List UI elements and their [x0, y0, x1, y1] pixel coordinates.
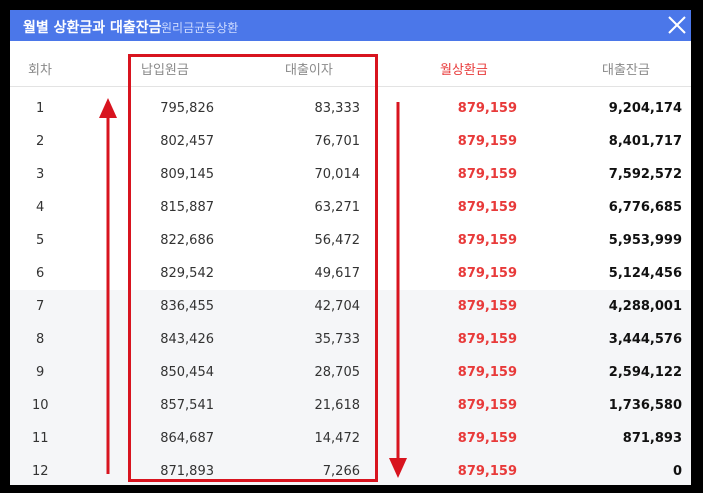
arrow-down-icon: [389, 102, 407, 478]
interest-cell: 28,705: [314, 365, 361, 380]
balance-cell: 0: [672, 464, 682, 479]
principal-cell: 871,893: [160, 464, 214, 479]
balance-cell: 9,204,174: [608, 101, 682, 116]
interest-cell: 42,704: [314, 299, 361, 314]
balance-cell: 5,953,999: [608, 233, 682, 248]
principal-cell: 795,826: [160, 101, 214, 116]
principal-cell: 843,426: [160, 332, 214, 347]
row-number: 1: [36, 101, 45, 116]
row-number: 4: [36, 200, 45, 215]
row-number: 11: [32, 431, 49, 446]
dialog-title: 월별 상환금과 대출잔금: [23, 20, 162, 36]
close-icon: [668, 16, 686, 34]
column-header-interest: 대출이자: [285, 63, 333, 78]
balance-cell: 6,776,685: [608, 200, 682, 215]
arrow-up-icon: [99, 98, 117, 474]
payment-cell: 879,159: [457, 101, 517, 116]
principal-cell: 829,542: [160, 266, 214, 281]
close-button[interactable]: [667, 15, 687, 35]
balance-cell: 871,893: [622, 431, 682, 446]
row-number: 2: [36, 134, 45, 149]
column-header-round: 회차: [28, 63, 52, 78]
loan-schedule-dialog: 월별 상환금과 대출잔금 원리금균등상환 회차 납입원금 대출이자 월상환금 대…: [10, 10, 691, 485]
payment-cell: 879,159: [457, 299, 517, 314]
dialog-subtitle: 원리금균등상환: [161, 21, 239, 35]
payment-cell: 879,159: [457, 332, 517, 347]
row-number: 3: [36, 167, 45, 182]
balance-cell: 2,594,122: [608, 365, 682, 380]
balance-cell: 1,736,580: [608, 398, 682, 413]
principal-cell: 850,454: [160, 365, 214, 380]
interest-cell: 35,733: [314, 332, 361, 347]
principal-cell: 864,687: [160, 431, 214, 446]
principal-cell: 857,541: [160, 398, 214, 413]
payment-cell: 879,159: [457, 398, 517, 413]
balance-cell: 3,444,576: [608, 332, 682, 347]
principal-cell: 815,887: [160, 200, 214, 215]
row-number: 10: [32, 398, 49, 413]
payment-cell: 879,159: [457, 365, 517, 380]
balance-cell: 8,401,717: [608, 134, 682, 149]
row-number: 6: [36, 266, 45, 281]
row-number: 5: [36, 233, 45, 248]
interest-cell: 49,617: [314, 266, 361, 281]
row-number: 9: [36, 365, 45, 380]
interest-cell: 14,472: [314, 431, 361, 446]
payment-cell: 879,159: [457, 464, 517, 479]
row-number: 8: [36, 332, 45, 347]
principal-cell: 836,455: [160, 299, 214, 314]
payment-cell: 879,159: [457, 167, 517, 182]
interest-cell: 7,266: [322, 464, 360, 479]
payment-cell: 879,159: [457, 233, 517, 248]
principal-cell: 822,686: [160, 233, 214, 248]
interest-cell: 63,271: [314, 200, 361, 215]
column-header-principal: 납입원금: [141, 63, 189, 78]
payment-cell: 879,159: [457, 431, 517, 446]
row-number: 12: [32, 464, 49, 479]
table-header: 회차 납입원금 대출이자 월상환금 대출잔금: [10, 41, 691, 87]
balance-cell: 4,288,001: [608, 299, 682, 314]
column-header-payment: 월상환금: [440, 63, 488, 78]
interest-cell: 70,014: [314, 167, 361, 182]
balance-cell: 7,592,572: [608, 167, 682, 182]
payment-cell: 879,159: [457, 200, 517, 215]
payment-cell: 879,159: [457, 266, 517, 281]
principal-cell: 802,457: [160, 134, 214, 149]
dialog-titlebar: 월별 상환금과 대출잔금 원리금균등상환: [10, 10, 691, 41]
row-number: 7: [36, 299, 45, 314]
principal-cell: 809,145: [160, 167, 214, 182]
interest-cell: 76,701: [314, 134, 361, 149]
interest-cell: 56,472: [314, 233, 361, 248]
payment-cell: 879,159: [457, 134, 517, 149]
column-header-balance: 대출잔금: [602, 63, 650, 78]
interest-cell: 83,333: [314, 101, 361, 116]
interest-cell: 21,618: [314, 398, 361, 413]
balance-cell: 5,124,456: [608, 266, 682, 281]
